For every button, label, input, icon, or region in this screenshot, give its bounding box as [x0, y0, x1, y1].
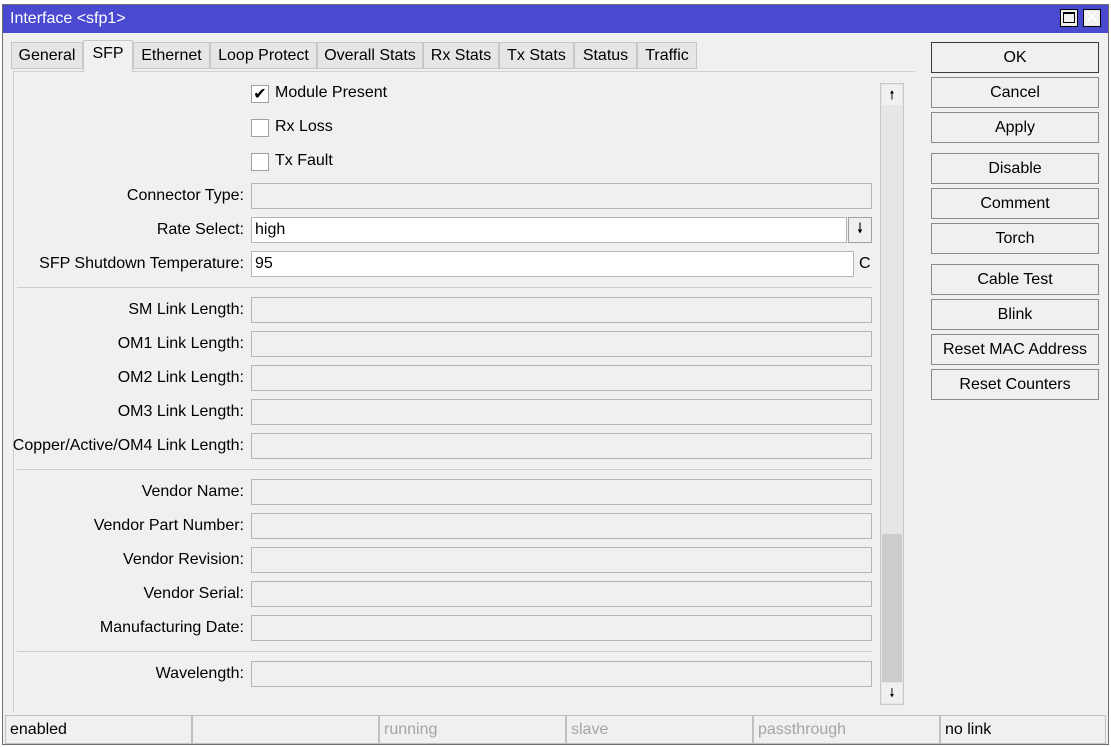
interface-window: Interface <sfp1> × General SFP Ethernet … — [2, 4, 1109, 745]
divider — [17, 287, 872, 288]
title-bar[interactable]: Interface <sfp1> × — [3, 5, 1108, 33]
om3-link-label: OM3 Link Length: — [117, 403, 244, 420]
comment-button[interactable]: Comment — [931, 188, 1099, 219]
copper-link-field[interactable] — [251, 433, 872, 459]
blink-button[interactable]: Blink — [931, 299, 1099, 330]
tab-general[interactable]: General — [11, 42, 83, 69]
mfg-date-label: Manufacturing Date: — [99, 619, 244, 636]
apply-button[interactable]: Apply — [931, 112, 1099, 143]
tab-overall-stats[interactable]: Overall Stats — [317, 42, 423, 69]
tab-ethernet[interactable]: Ethernet — [133, 42, 210, 69]
wavelength-field[interactable] — [251, 661, 872, 687]
scroll-up-icon[interactable]: 🠕 — [882, 85, 902, 105]
cable-test-button[interactable]: Cable Test — [931, 264, 1099, 295]
tab-rx-stats[interactable]: Rx Stats — [423, 42, 499, 69]
rx-loss-checkbox[interactable] — [251, 119, 269, 137]
tab-tx-stats[interactable]: Tx Stats — [499, 42, 574, 69]
reset-mac-button[interactable]: Reset MAC Address — [931, 334, 1099, 365]
connector-type-field[interactable] — [251, 183, 872, 209]
checkbox-label: Rx Loss — [275, 118, 333, 135]
vendor-rev-label: Vendor Revision: — [123, 551, 244, 568]
close-icon[interactable]: × — [1083, 7, 1101, 27]
scroll-down-icon[interactable]: 🠗 — [882, 683, 902, 703]
disable-button[interactable]: Disable — [931, 153, 1099, 184]
connector-type-label: Connector Type: — [126, 187, 244, 204]
shutdown-temp-field[interactable]: 95 — [251, 251, 854, 277]
checkbox-label: Tx Fault — [275, 152, 333, 169]
reset-counters-button[interactable]: Reset Counters — [931, 369, 1099, 400]
tab-status[interactable]: Status — [574, 42, 637, 69]
checkmark-icon[interactable]: ✔ — [251, 85, 269, 103]
divider — [17, 469, 872, 470]
rate-select-field[interactable]: high — [251, 217, 847, 243]
om2-link-label: OM2 Link Length: — [117, 369, 244, 386]
tab-sfp[interactable]: SFP — [83, 40, 133, 72]
vendor-serial-label: Vendor Serial: — [143, 585, 244, 602]
status-enabled: enabled — [5, 715, 192, 744]
om3-link-field[interactable] — [251, 399, 872, 425]
shutdown-temp-label: SFP Shutdown Temperature: — [39, 255, 244, 272]
status-link: no link — [940, 715, 1106, 744]
ok-button[interactable]: OK — [931, 42, 1099, 73]
vendor-serial-field[interactable] — [251, 581, 872, 607]
mfg-date-field[interactable] — [251, 615, 872, 641]
torch-button[interactable]: Torch — [931, 223, 1099, 254]
vendor-part-label: Vendor Part Number: — [93, 517, 244, 534]
status-empty — [192, 715, 379, 744]
vendor-name-field[interactable] — [251, 479, 872, 505]
om1-link-field[interactable] — [251, 331, 872, 357]
cancel-button[interactable]: Cancel — [931, 77, 1099, 108]
temp-unit: C — [859, 255, 871, 272]
tx-fault-checkbox[interactable] — [251, 153, 269, 171]
status-running: running — [379, 715, 566, 744]
sm-link-label: SM Link Length: — [128, 301, 244, 318]
rate-select-label: Rate Select: — [156, 221, 244, 238]
status-passthrough: passthrough — [753, 715, 940, 744]
dropdown-arrow-icon[interactable]: 🠗 — [848, 217, 872, 243]
vertical-scrollbar[interactable]: 🠕 🠗 — [880, 83, 904, 705]
om1-link-label: OM1 Link Length: — [117, 335, 244, 352]
vendor-name-label: Vendor Name: — [141, 483, 244, 500]
wavelength-label: Wavelength: — [155, 665, 244, 682]
copper-link-label: Copper/Active/OM4 Link Length: — [12, 437, 244, 454]
vendor-part-field[interactable] — [251, 513, 872, 539]
tab-traffic[interactable]: Traffic — [637, 42, 697, 69]
om2-link-field[interactable] — [251, 365, 872, 391]
status-slave: slave — [566, 715, 753, 744]
window-title: Interface <sfp1> — [10, 10, 126, 27]
scrollbar-thumb[interactable] — [882, 534, 902, 682]
divider — [17, 651, 872, 652]
checkbox-label: Module Present — [275, 84, 388, 101]
maximize-icon[interactable] — [1060, 9, 1078, 27]
vendor-rev-field[interactable] — [251, 547, 872, 573]
sm-link-field[interactable] — [251, 297, 872, 323]
tab-loop-protect[interactable]: Loop Protect — [210, 42, 317, 69]
